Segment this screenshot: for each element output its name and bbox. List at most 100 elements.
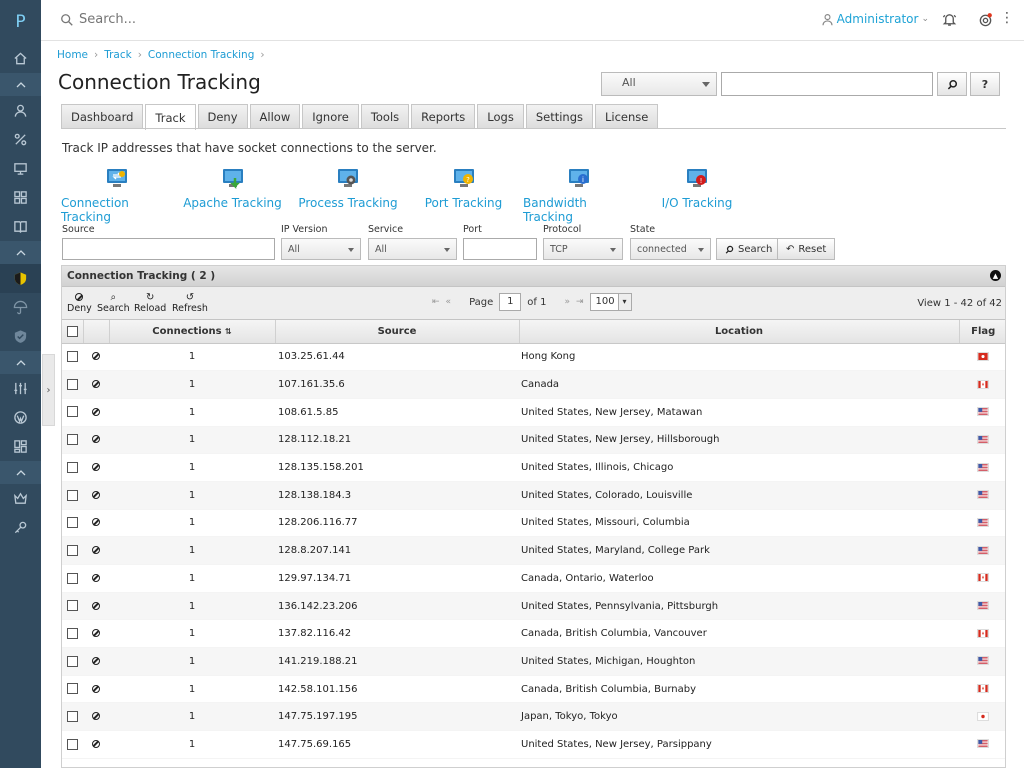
- ip-version-select[interactable]: All: [281, 238, 361, 260]
- quick-search-input[interactable]: [721, 72, 933, 96]
- tab-logs[interactable]: Logs: [477, 104, 524, 129]
- table-row[interactable]: 1 128.138.184.3 United States, Colorado, L…: [62, 481, 1005, 510]
- scope-select[interactable]: All: [601, 72, 717, 96]
- user-menu[interactable]: Administrator ⌄: [821, 12, 929, 26]
- table-row[interactable]: 1 147.75.69.165 United States, New Jersey,…: [62, 730, 1005, 759]
- chevron-up-icon[interactable]: [0, 241, 41, 264]
- filter-search-button[interactable]: Search: [716, 238, 782, 260]
- deny-icon[interactable]: [92, 629, 100, 638]
- table-row[interactable]: 1 142.58.101.156 Canada, British Columbia,…: [62, 675, 1005, 704]
- monitor-icon[interactable]: [0, 154, 41, 183]
- row-checkbox[interactable]: [67, 572, 78, 584]
- table-row[interactable]: 1 128.8.207.141 United States, Maryland, C…: [62, 536, 1005, 565]
- row-checkbox[interactable]: [67, 434, 78, 446]
- next-page-icon[interactable]: »: [564, 297, 570, 307]
- location-column-header[interactable]: Location: [519, 320, 960, 344]
- deny-icon[interactable]: [92, 739, 100, 748]
- row-checkbox[interactable]: [67, 489, 78, 501]
- table-row[interactable]: 1 107.161.35.6 Canada: [62, 370, 1005, 399]
- quick-search-button[interactable]: [937, 72, 967, 96]
- wordpress-icon[interactable]: [0, 403, 41, 432]
- chevron-up-icon[interactable]: [0, 351, 41, 374]
- help-button[interactable]: ?: [970, 72, 1000, 96]
- chevron-up-icon[interactable]: [0, 461, 41, 484]
- row-checkbox[interactable]: [67, 655, 78, 667]
- tab-reports[interactable]: Reports: [411, 104, 476, 129]
- deny-icon[interactable]: [92, 407, 100, 416]
- home-icon[interactable]: [0, 44, 41, 73]
- table-row[interactable]: 1 147.75.197.195 Japan, Tokyo, Tokyo: [62, 702, 1005, 732]
- grid-search-button[interactable]: ⌕ Search: [97, 292, 130, 314]
- tab-track[interactable]: Track: [145, 104, 196, 130]
- tab-license[interactable]: License: [595, 104, 659, 129]
- row-checkbox[interactable]: [67, 738, 78, 750]
- state-select[interactable]: connected: [630, 238, 711, 260]
- table-row[interactable]: 1 136.142.23.206 United States, Pennsylvan…: [62, 592, 1005, 621]
- service-select[interactable]: All: [368, 238, 457, 260]
- table-row[interactable]: 1 141.219.188.21 United States, Michigan, …: [62, 647, 1005, 676]
- deny-button[interactable]: Deny: [67, 292, 92, 314]
- flag-column-header[interactable]: Flag: [959, 320, 1005, 344]
- apache-tracking-link[interactable]: Apache Tracking: [173, 166, 292, 224]
- breadcrumb-connection-tracking[interactable]: Connection Tracking: [148, 49, 254, 61]
- row-checkbox[interactable]: [67, 351, 78, 363]
- global-search-input[interactable]: [79, 12, 279, 27]
- deny-icon[interactable]: [92, 684, 100, 693]
- row-checkbox[interactable]: [67, 378, 78, 390]
- table-row[interactable]: 1 108.61.5.85 United States, New Jersey, M…: [62, 398, 1005, 427]
- table-row[interactable]: 1 103.25.61.44 Hong Kong: [62, 343, 1005, 372]
- sliders-icon[interactable]: [0, 374, 41, 403]
- refresh-button[interactable]: ↺ Refresh: [172, 292, 208, 314]
- port-input[interactable]: [463, 238, 537, 260]
- breadcrumb-home[interactable]: Home: [57, 49, 88, 61]
- table-row[interactable]: 1 137.82.116.42 Canada, British Columbia, …: [62, 619, 1005, 649]
- crown-icon[interactable]: [0, 484, 41, 513]
- tab-deny[interactable]: Deny: [197, 104, 248, 129]
- user-icon[interactable]: [0, 96, 41, 125]
- tab-allow[interactable]: Allow: [249, 104, 301, 129]
- notification-bell-icon[interactable]: [942, 12, 957, 27]
- table-row[interactable]: 1 128.112.18.21 United States, New Jersey,…: [62, 426, 1005, 455]
- umbrella-icon[interactable]: [0, 293, 41, 322]
- connections-column-header[interactable]: Connections ⇅: [109, 320, 276, 344]
- percent-icon[interactable]: [0, 125, 41, 154]
- row-checkbox[interactable]: [67, 627, 78, 639]
- source-column-header[interactable]: Source: [275, 320, 520, 344]
- reload-button[interactable]: ↻ Reload: [134, 292, 166, 314]
- port-tracking-link[interactable]: ? Port Tracking: [404, 166, 523, 224]
- page-size-select[interactable]: 100 ▾: [589, 293, 632, 311]
- row-checkbox[interactable]: [67, 517, 78, 529]
- source-input[interactable]: [62, 238, 275, 260]
- book-icon[interactable]: [0, 212, 41, 241]
- prev-page-icon[interactable]: «: [446, 297, 452, 307]
- page-input[interactable]: 1: [499, 293, 522, 311]
- tab-tools[interactable]: Tools: [360, 104, 410, 129]
- row-checkbox[interactable]: [67, 406, 78, 418]
- first-page-icon[interactable]: ⇤: [432, 297, 440, 307]
- table-row[interactable]: 1 128.206.116.77 United States, Missouri, …: [62, 509, 1005, 538]
- select-all-checkbox[interactable]: [66, 325, 78, 337]
- breadcrumb-track[interactable]: Track: [104, 49, 131, 61]
- support-lifebuoy-icon[interactable]: [978, 12, 993, 27]
- table-row[interactable]: 1 128.135.158.201 United States, Illinois,…: [62, 453, 1005, 482]
- row-checkbox[interactable]: [67, 544, 78, 556]
- process-tracking-link[interactable]: Process Tracking: [292, 166, 404, 224]
- deny-icon[interactable]: [92, 518, 100, 527]
- chevron-up-icon[interactable]: [0, 73, 41, 96]
- tab-settings[interactable]: Settings: [525, 104, 593, 129]
- row-checkbox[interactable]: [67, 711, 78, 723]
- row-checkbox[interactable]: [67, 600, 78, 612]
- deny-icon[interactable]: [92, 380, 100, 389]
- dashboard-grid-icon[interactable]: [0, 432, 41, 461]
- deny-icon[interactable]: [92, 656, 100, 665]
- io-tracking-link[interactable]: ! I/O Tracking: [635, 166, 759, 224]
- deny-icon[interactable]: [92, 435, 100, 444]
- row-checkbox[interactable]: [67, 683, 78, 695]
- deny-icon[interactable]: [92, 712, 100, 721]
- connection-tracking-link[interactable]: Connection Tracking: [61, 166, 173, 224]
- firewall-shield-icon[interactable]: [0, 264, 41, 293]
- last-page-icon[interactable]: ⇥: [576, 297, 584, 307]
- deny-icon[interactable]: [92, 352, 100, 361]
- deny-icon[interactable]: [92, 573, 100, 582]
- apps-grid-icon[interactable]: [0, 183, 41, 212]
